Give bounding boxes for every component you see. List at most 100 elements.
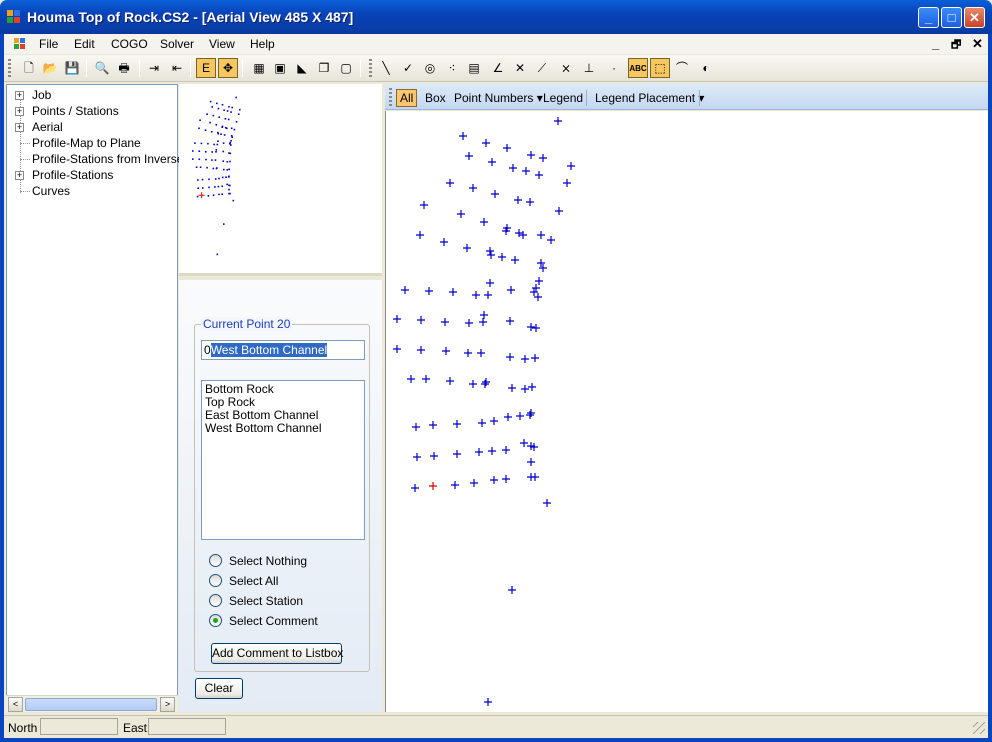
survey-point[interactable] bbox=[420, 201, 428, 209]
survey-point[interactable] bbox=[429, 421, 437, 429]
minimize-button[interactable]: _ bbox=[918, 7, 939, 28]
survey-point[interactable] bbox=[407, 375, 415, 383]
toolbar-grip-2[interactable] bbox=[369, 59, 372, 77]
overview-map-canvas[interactable] bbox=[179, 84, 382, 273]
view-toolbar-grip[interactable] bbox=[389, 88, 392, 106]
survey-point[interactable] bbox=[498, 253, 506, 261]
overview-map[interactable] bbox=[179, 84, 382, 276]
aerial-view[interactable] bbox=[385, 111, 988, 712]
survey-point[interactable] bbox=[490, 476, 498, 484]
survey-point[interactable] bbox=[482, 139, 490, 147]
new-icon[interactable]: 🗋 bbox=[19, 58, 39, 78]
survey-point[interactable] bbox=[449, 288, 457, 296]
survey-point[interactable] bbox=[531, 473, 539, 481]
survey-point[interactable] bbox=[547, 236, 555, 244]
select-icon[interactable]: ⬚ bbox=[650, 58, 670, 78]
survey-point[interactable] bbox=[528, 383, 536, 391]
survey-point[interactable] bbox=[519, 231, 527, 239]
survey-point[interactable] bbox=[527, 151, 535, 159]
menu-file[interactable]: File bbox=[39, 37, 58, 51]
measure-icon[interactable]: ◎ bbox=[420, 58, 440, 78]
comment-input[interactable]: 0West Bottom Channel bbox=[201, 340, 365, 360]
survey-point[interactable] bbox=[531, 354, 539, 362]
survey-point[interactable] bbox=[441, 318, 449, 326]
survey-point[interactable] bbox=[537, 231, 545, 239]
maximize-button[interactable]: □ bbox=[941, 7, 962, 28]
survey-point[interactable] bbox=[506, 353, 514, 361]
resize-grip[interactable] bbox=[973, 722, 985, 734]
zoom-extents-icon[interactable]: ✥ bbox=[218, 58, 238, 78]
survey-point[interactable] bbox=[526, 411, 534, 419]
mdi-minimize-button[interactable]: _ bbox=[932, 36, 939, 51]
edit-mode-icon[interactable]: E bbox=[196, 58, 216, 78]
arc-icon[interactable]: ⌒ bbox=[672, 58, 692, 78]
check-icon[interactable]: ✓ bbox=[398, 58, 418, 78]
frame-icon[interactable]: ▣ bbox=[270, 58, 290, 78]
tree-horizontal-scrollbar[interactable]: < > bbox=[6, 695, 178, 712]
survey-point[interactable] bbox=[532, 324, 540, 332]
survey-point[interactable] bbox=[484, 698, 492, 706]
offset-icon[interactable]: ⟋ bbox=[532, 58, 552, 78]
save-icon[interactable]: 💾 bbox=[62, 58, 82, 78]
survey-point[interactable] bbox=[453, 450, 461, 458]
radio-button[interactable] bbox=[209, 554, 222, 567]
profile-icon[interactable]: ◣ bbox=[292, 58, 312, 78]
survey-point[interactable] bbox=[479, 318, 487, 326]
survey-point[interactable] bbox=[412, 423, 420, 431]
survey-point[interactable] bbox=[393, 315, 401, 323]
aerial-view-canvas[interactable] bbox=[386, 111, 989, 712]
add-comment-button[interactable]: Add Comment to Listbox bbox=[211, 643, 343, 664]
window-icon[interactable]: ▢ bbox=[336, 58, 356, 78]
close-button[interactable]: ✕ bbox=[964, 7, 985, 28]
mdi-child-icon[interactable] bbox=[14, 38, 26, 50]
survey-point[interactable] bbox=[508, 384, 516, 392]
survey-point[interactable] bbox=[486, 247, 494, 255]
survey-point[interactable] bbox=[451, 481, 459, 489]
survey-point[interactable] bbox=[508, 586, 516, 594]
survey-point[interactable] bbox=[555, 207, 563, 215]
survey-point[interactable] bbox=[453, 420, 461, 428]
import-icon[interactable]: ⇤ bbox=[167, 58, 187, 78]
radio-button[interactable] bbox=[209, 594, 222, 607]
dot-icon[interactable]: · bbox=[604, 58, 624, 78]
comment-listbox[interactable]: Bottom Rock Top Rock East Bottom Channel We… bbox=[201, 380, 365, 540]
survey-point[interactable] bbox=[530, 288, 538, 296]
survey-point[interactable] bbox=[440, 238, 448, 246]
survey-point[interactable] bbox=[509, 164, 517, 172]
survey-point[interactable] bbox=[490, 417, 498, 425]
menu-edit[interactable]: Edit bbox=[74, 37, 95, 51]
radio-button[interactable] bbox=[209, 574, 222, 587]
scroll-thumb[interactable] bbox=[25, 698, 157, 711]
survey-point[interactable] bbox=[506, 317, 514, 325]
survey-point[interactable] bbox=[393, 345, 401, 353]
survey-point[interactable] bbox=[465, 319, 473, 327]
survey-point[interactable] bbox=[484, 291, 492, 299]
tree-item[interactable]: + Points / Stations bbox=[7, 103, 177, 119]
survey-point[interactable] bbox=[478, 419, 486, 427]
survey-point[interactable] bbox=[515, 229, 523, 237]
survey-point[interactable] bbox=[413, 453, 421, 461]
survey-point[interactable] bbox=[488, 447, 496, 455]
list-item[interactable]: West Bottom Channel bbox=[202, 422, 364, 435]
survey-point[interactable] bbox=[442, 347, 450, 355]
tree-item[interactable]: Curves bbox=[7, 183, 177, 199]
survey-point[interactable] bbox=[401, 286, 409, 294]
angle-icon[interactable]: ∠ bbox=[488, 58, 508, 78]
expand-icon[interactable]: + bbox=[15, 171, 24, 180]
survey-point[interactable] bbox=[472, 291, 480, 299]
survey-point[interactable] bbox=[563, 179, 571, 187]
survey-point[interactable] bbox=[481, 380, 489, 388]
radio-button[interactable] bbox=[209, 614, 222, 627]
perpendicular-icon[interactable]: ⊥ bbox=[579, 58, 599, 78]
survey-point[interactable] bbox=[511, 256, 519, 264]
scroll-left-button[interactable]: < bbox=[8, 697, 23, 712]
survey-point[interactable] bbox=[487, 251, 495, 259]
print-icon[interactable]: 🖶 bbox=[114, 58, 134, 78]
tree-item[interactable]: + Profile-Stations bbox=[7, 167, 177, 183]
clear-button[interactable]: Clear bbox=[195, 678, 243, 699]
scroll-right-button[interactable]: > bbox=[160, 697, 175, 712]
survey-point[interactable] bbox=[416, 231, 424, 239]
cross-icon[interactable]: ⨯ bbox=[556, 58, 576, 78]
tree-item[interactable]: Profile-Stations from Inverse bbox=[7, 151, 183, 167]
line-icon[interactable]: ╲ bbox=[376, 58, 396, 78]
